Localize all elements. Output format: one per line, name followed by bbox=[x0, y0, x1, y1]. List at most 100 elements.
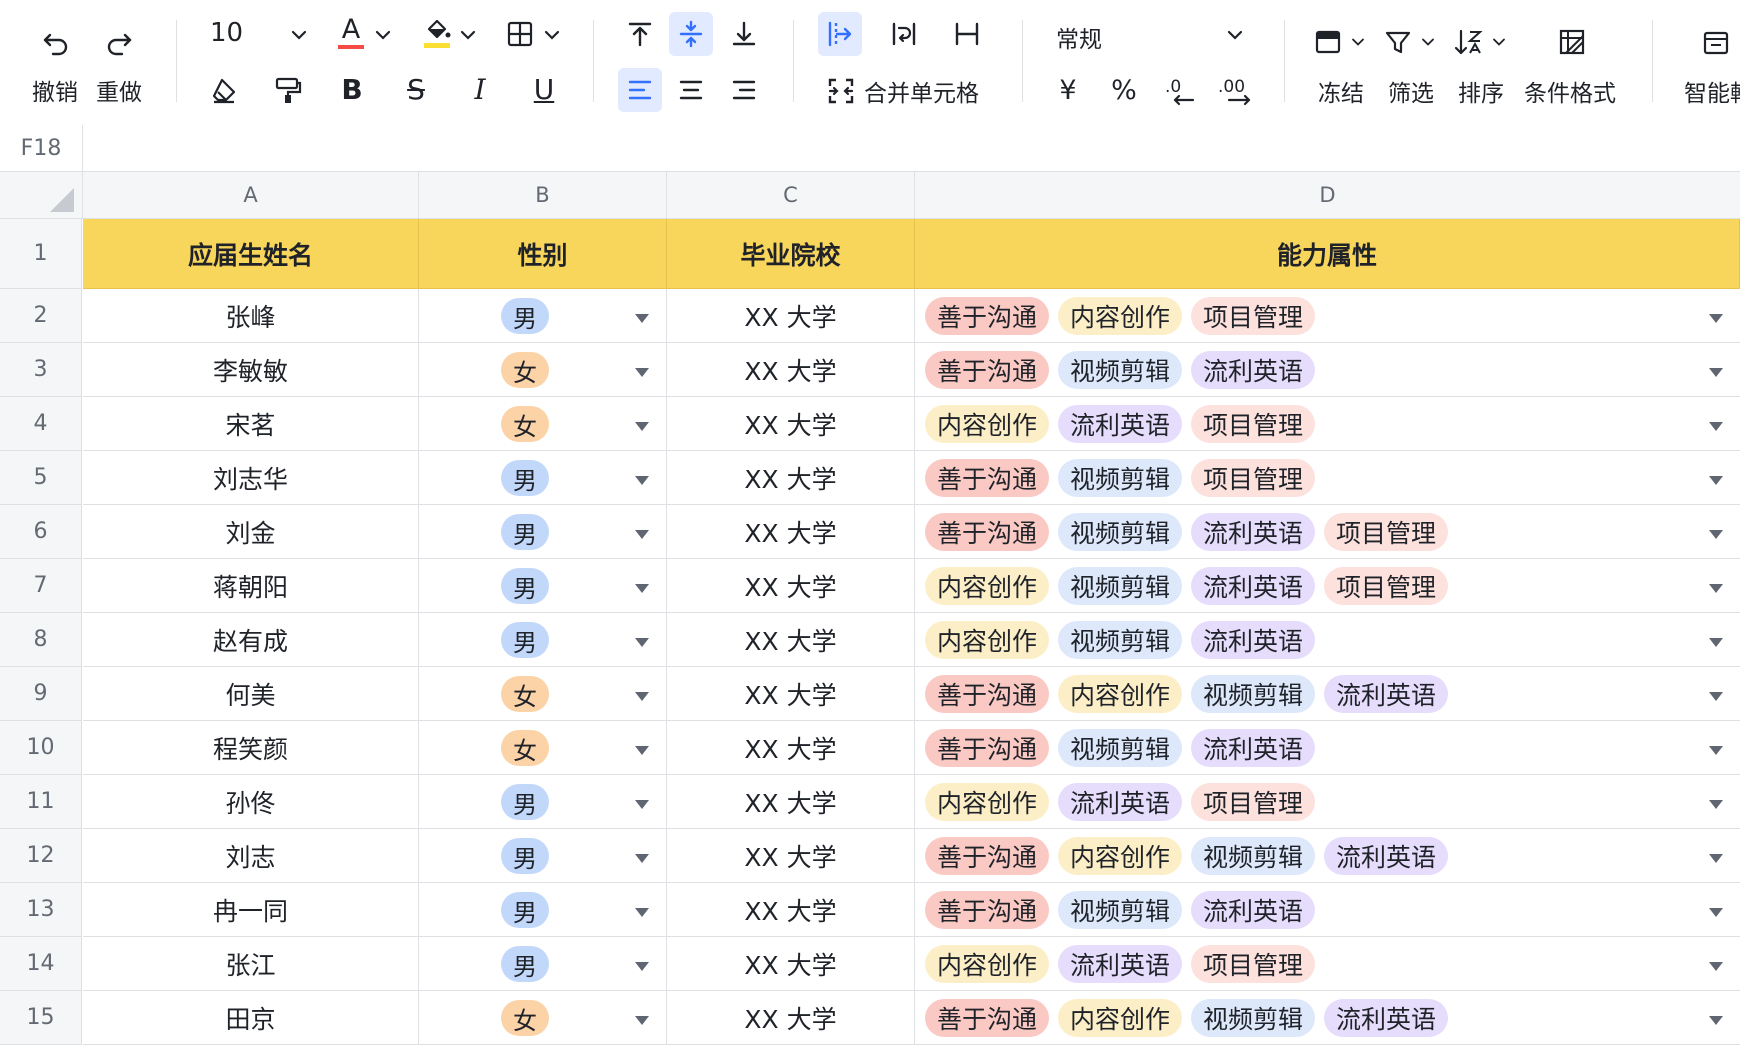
row-header[interactable]: 11 bbox=[0, 775, 82, 829]
column-header-d[interactable]: D bbox=[915, 172, 1740, 218]
row-header[interactable]: 10 bbox=[0, 721, 82, 775]
row-header[interactable]: 12 bbox=[0, 829, 82, 883]
row-header[interactable]: 8 bbox=[0, 613, 82, 667]
clear-format-icon[interactable] bbox=[202, 68, 246, 112]
row-header[interactable]: 14 bbox=[0, 937, 82, 991]
dropdown-arrow-icon[interactable] bbox=[635, 367, 649, 377]
freeze-icon[interactable] bbox=[1312, 26, 1344, 58]
row-header[interactable]: 2 bbox=[0, 289, 82, 343]
dropdown-arrow-icon[interactable] bbox=[1709, 799, 1723, 809]
ability-cell[interactable]: 善于沟通 视频剪辑 流利英语 bbox=[915, 721, 1740, 775]
ability-cell[interactable]: 内容创作 流利英语 项目管理 bbox=[915, 397, 1740, 451]
gender-cell[interactable]: 男 bbox=[419, 559, 667, 613]
dropdown-arrow-icon[interactable] bbox=[1709, 475, 1723, 485]
dropdown-arrow-icon[interactable] bbox=[635, 961, 649, 971]
chevron-down-icon[interactable] bbox=[372, 24, 394, 46]
format-painter-icon[interactable] bbox=[266, 68, 310, 112]
dropdown-arrow-icon[interactable] bbox=[1709, 907, 1723, 917]
dropdown-arrow-icon[interactable] bbox=[1709, 367, 1723, 377]
row-header[interactable]: 5 bbox=[0, 451, 82, 505]
chevron-down-icon[interactable] bbox=[541, 24, 563, 46]
ability-cell[interactable]: 内容创作 流利英语 项目管理 bbox=[915, 937, 1740, 991]
dropdown-arrow-icon[interactable] bbox=[1709, 691, 1723, 701]
text-overflow-icon[interactable] bbox=[818, 12, 862, 56]
undo-button[interactable]: 撤销 bbox=[32, 73, 78, 107]
dropdown-arrow-icon[interactable] bbox=[635, 1015, 649, 1025]
ability-cell[interactable]: 善于沟通 内容创作 项目管理 bbox=[915, 289, 1740, 343]
chevron-down-icon[interactable] bbox=[288, 24, 310, 46]
dropdown-arrow-icon[interactable] bbox=[1709, 853, 1723, 863]
redo-button[interactable]: 重做 bbox=[96, 73, 142, 107]
dropdown-arrow-icon[interactable] bbox=[635, 421, 649, 431]
dropdown-arrow-icon[interactable] bbox=[635, 853, 649, 863]
ability-cell[interactable]: 内容创作 视频剪辑 流利英语 bbox=[915, 613, 1740, 667]
name-cell[interactable]: 刘志 bbox=[83, 829, 419, 883]
name-cell[interactable]: 田京 bbox=[83, 991, 419, 1045]
decrease-decimal-icon[interactable]: .0 bbox=[1158, 68, 1202, 112]
undo-icon[interactable] bbox=[34, 20, 78, 64]
freeze-button[interactable]: 冻结 bbox=[1318, 74, 1364, 108]
gender-cell[interactable]: 女 bbox=[419, 991, 667, 1045]
gender-cell[interactable]: 女 bbox=[419, 667, 667, 721]
align-right-icon[interactable] bbox=[722, 68, 766, 112]
dropdown-arrow-icon[interactable] bbox=[635, 313, 649, 323]
ability-cell[interactable]: 善于沟通 视频剪辑 流利英语 项目管理 bbox=[915, 505, 1740, 559]
dropdown-arrow-icon[interactable] bbox=[1709, 637, 1723, 647]
increase-decimal-icon[interactable]: .00 bbox=[1214, 68, 1258, 112]
align-bottom-icon[interactable] bbox=[722, 12, 766, 56]
column-header-b[interactable]: B bbox=[419, 172, 667, 218]
smart-toolbox-icon[interactable] bbox=[1700, 26, 1732, 58]
dropdown-arrow-icon[interactable] bbox=[635, 745, 649, 755]
gender-cell[interactable]: 男 bbox=[419, 613, 667, 667]
name-cell[interactable]: 赵有成 bbox=[83, 613, 419, 667]
header-cell[interactable]: 毕业院校 bbox=[667, 219, 915, 289]
row-header[interactable]: 15 bbox=[0, 991, 82, 1045]
merge-cells-icon[interactable] bbox=[826, 76, 856, 106]
fill-color-icon[interactable] bbox=[420, 14, 454, 50]
gender-cell[interactable]: 女 bbox=[419, 397, 667, 451]
align-top-icon[interactable] bbox=[618, 12, 662, 56]
school-cell[interactable]: XX 大学 bbox=[667, 451, 915, 505]
border-icon[interactable] bbox=[504, 18, 536, 50]
gender-cell[interactable]: 男 bbox=[419, 505, 667, 559]
school-cell[interactable]: XX 大学 bbox=[667, 883, 915, 937]
gender-cell[interactable]: 男 bbox=[419, 829, 667, 883]
dropdown-arrow-icon[interactable] bbox=[635, 583, 649, 593]
school-cell[interactable]: XX 大学 bbox=[667, 343, 915, 397]
name-cell[interactable]: 刘金 bbox=[83, 505, 419, 559]
school-cell[interactable]: XX 大学 bbox=[667, 775, 915, 829]
text-wrap-icon[interactable] bbox=[882, 12, 926, 56]
name-cell[interactable]: 张峰 bbox=[83, 289, 419, 343]
column-header-c[interactable]: C bbox=[667, 172, 915, 218]
name-cell[interactable]: 冉一同 bbox=[83, 883, 419, 937]
row-header[interactable]: 4 bbox=[0, 397, 82, 451]
filter-icon[interactable] bbox=[1382, 26, 1414, 58]
dropdown-arrow-icon[interactable] bbox=[635, 691, 649, 701]
ability-cell[interactable]: 善于沟通 内容创作 视频剪辑 流利英语 bbox=[915, 991, 1740, 1045]
ability-cell[interactable]: 善于沟通 视频剪辑 流利英语 bbox=[915, 343, 1740, 397]
gender-cell[interactable]: 女 bbox=[419, 343, 667, 397]
chevron-down-icon[interactable] bbox=[1348, 32, 1368, 52]
sort-button[interactable]: 排序 bbox=[1458, 74, 1504, 108]
school-cell[interactable]: XX 大学 bbox=[667, 991, 915, 1045]
dropdown-arrow-icon[interactable] bbox=[635, 637, 649, 647]
name-cell[interactable]: 李敏敏 bbox=[83, 343, 419, 397]
text-clip-icon[interactable] bbox=[945, 12, 989, 56]
align-center-icon[interactable] bbox=[669, 68, 713, 112]
school-cell[interactable]: XX 大学 bbox=[667, 289, 915, 343]
school-cell[interactable]: XX 大学 bbox=[667, 829, 915, 883]
dropdown-arrow-icon[interactable] bbox=[635, 907, 649, 917]
italic-icon[interactable]: I bbox=[458, 68, 502, 112]
row-header[interactable]: 13 bbox=[0, 883, 82, 937]
percent-icon[interactable]: % bbox=[1102, 68, 1146, 112]
gender-cell[interactable]: 女 bbox=[419, 721, 667, 775]
name-box[interactable]: F18 bbox=[0, 125, 83, 171]
gender-cell[interactable]: 男 bbox=[419, 883, 667, 937]
ability-cell[interactable]: 善于沟通 内容创作 视频剪辑 流利英语 bbox=[915, 829, 1740, 883]
dropdown-arrow-icon[interactable] bbox=[635, 475, 649, 485]
column-header-a[interactable]: A bbox=[83, 172, 419, 218]
strikethrough-icon[interactable]: S bbox=[394, 68, 438, 112]
chevron-down-icon[interactable] bbox=[1224, 24, 1246, 46]
school-cell[interactable]: XX 大学 bbox=[667, 937, 915, 991]
dropdown-arrow-icon[interactable] bbox=[1709, 421, 1723, 431]
